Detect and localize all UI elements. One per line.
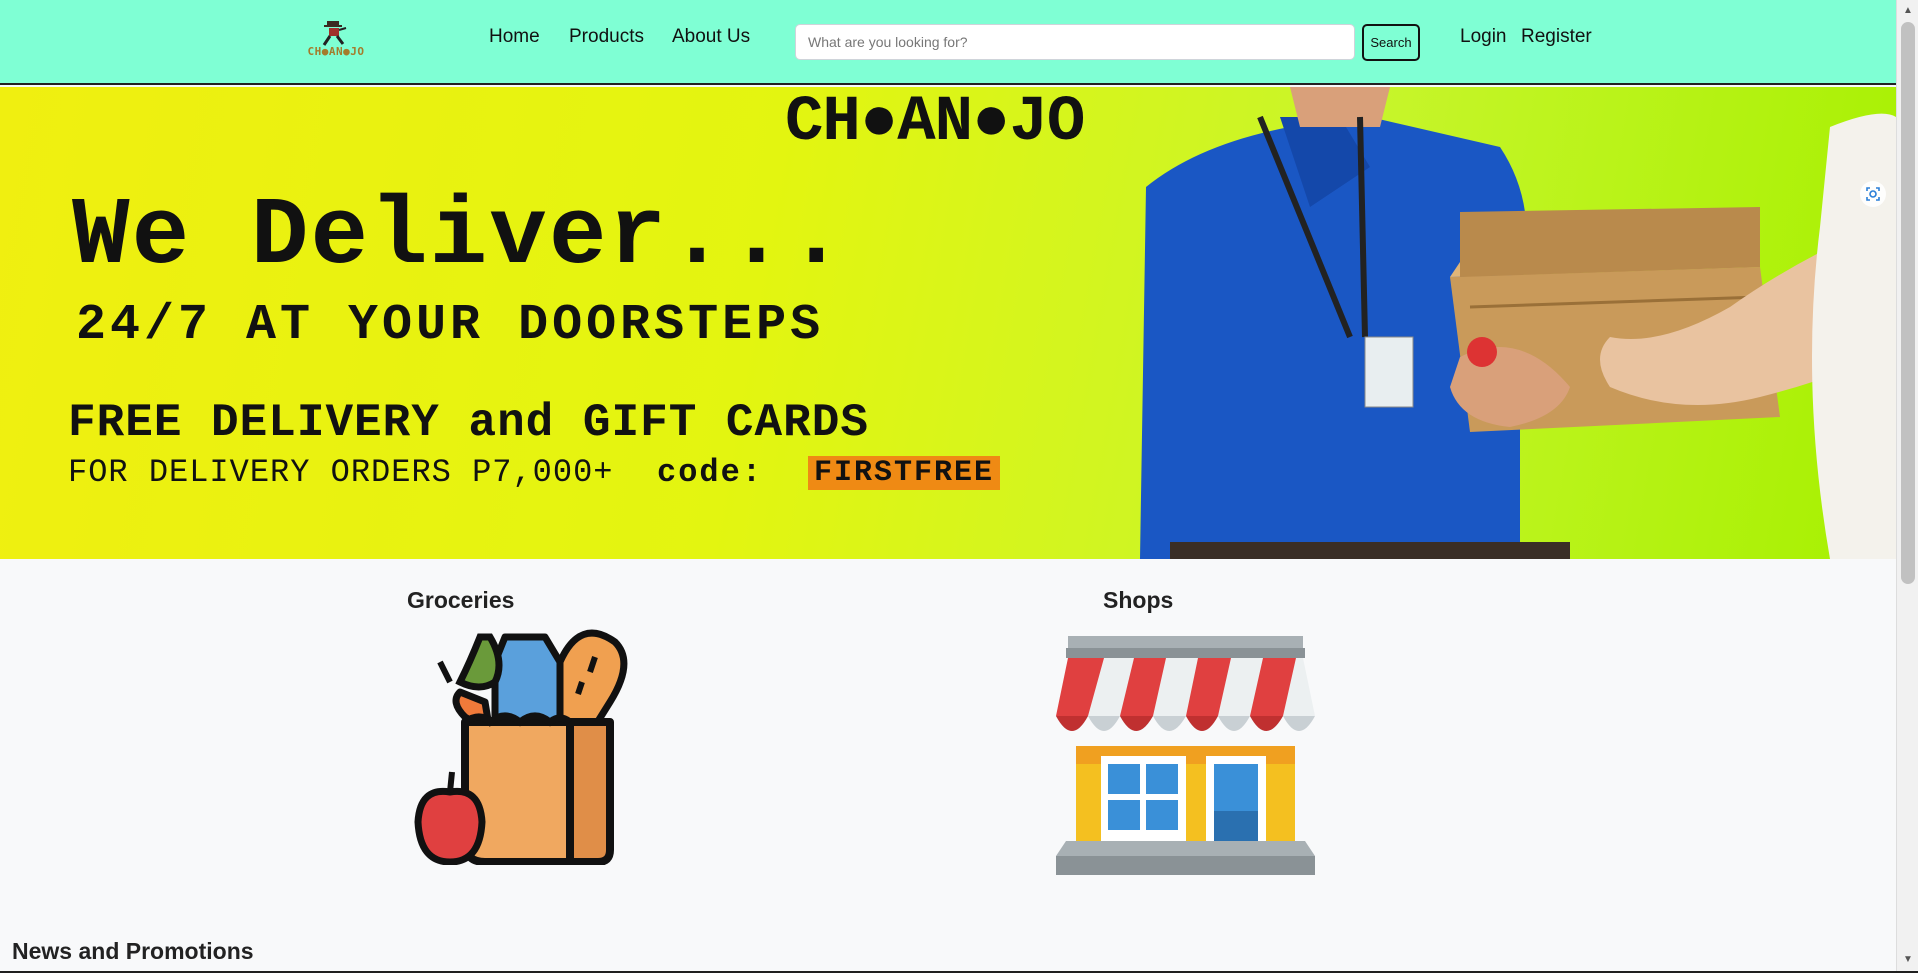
- vertical-scrollbar[interactable]: ▲ ▼: [1896, 0, 1918, 971]
- logo-text: CH●AN●JO: [307, 45, 365, 58]
- nav-link-products[interactable]: Products: [569, 26, 644, 48]
- scrollbar-thumb[interactable]: [1901, 22, 1915, 584]
- search-button[interactable]: Search: [1362, 24, 1420, 61]
- register-link[interactable]: Register: [1521, 26, 1592, 48]
- login-link[interactable]: Login: [1460, 26, 1507, 48]
- hero-banner: CH●AN●JO We Deliver... 24/7 AT YOUR DOOR…: [0, 87, 1896, 559]
- nav-link-home[interactable]: Home: [489, 26, 540, 48]
- storefront-icon[interactable]: [1056, 636, 1315, 875]
- scroll-up-arrow-icon[interactable]: ▲: [1897, 2, 1918, 20]
- grocery-bag-icon[interactable]: [410, 622, 640, 865]
- promo-code: FIRSTFREE: [808, 456, 1001, 490]
- page: CH●AN●JO Home Products About Us Search L…: [0, 0, 1896, 971]
- category-title-shops[interactable]: Shops: [1103, 587, 1173, 614]
- hero-code-label: code:: [657, 454, 764, 491]
- category-title-groceries[interactable]: Groceries: [407, 587, 514, 614]
- hero-offer: FREE DELIVERY and GIFT CARDS: [68, 397, 869, 449]
- search-input[interactable]: [795, 24, 1355, 60]
- delivery-man-logo-icon: [322, 21, 347, 46]
- hero-brand: CH●AN●JO: [785, 87, 1085, 159]
- nav-link-about-us[interactable]: About Us: [672, 26, 750, 48]
- hero-subheadline: 24/7 AT YOUR DOORSTEPS: [76, 297, 825, 354]
- navbar: CH●AN●JO Home Products About Us Search L…: [0, 0, 1896, 85]
- news-and-promotions-heading: News and Promotions: [12, 938, 254, 964]
- scroll-down-arrow-icon[interactable]: ▼: [1897, 951, 1918, 969]
- capture-icon[interactable]: [1860, 181, 1886, 207]
- site-logo[interactable]: CH●AN●JO: [300, 18, 372, 60]
- hero-headline: We Deliver...: [72, 182, 847, 291]
- delivery-person-illustration: [1140, 87, 1896, 559]
- hero-condition: FOR DELIVERY ORDERS P7,000+: [68, 454, 614, 491]
